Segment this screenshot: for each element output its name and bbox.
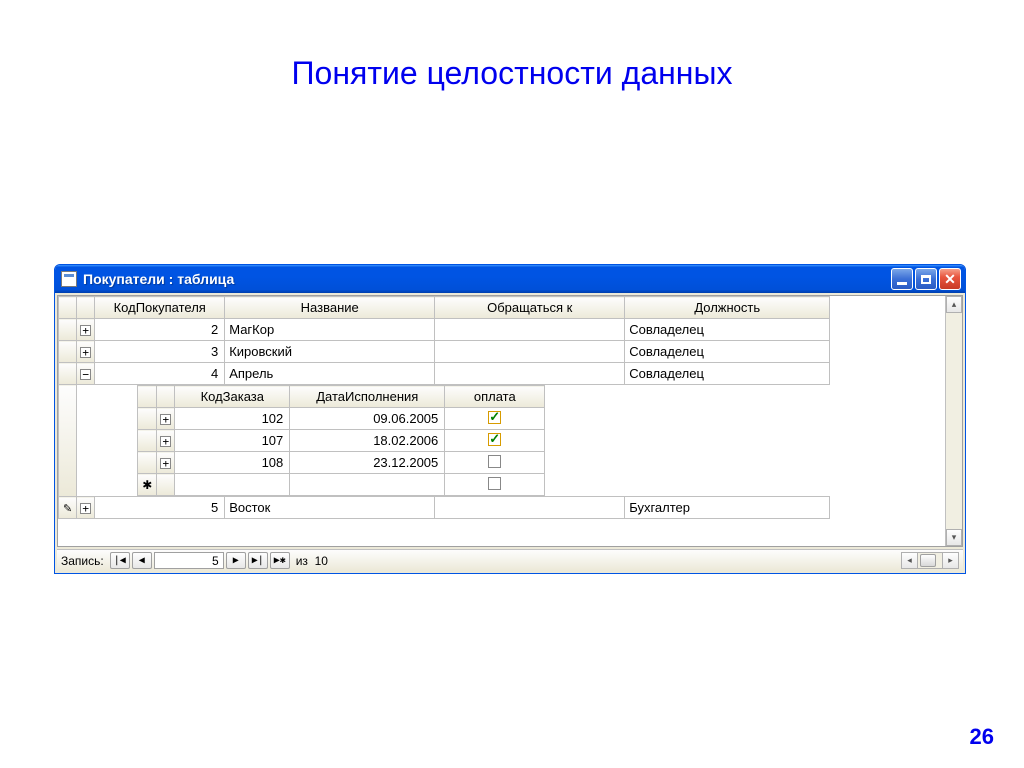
first-record-button[interactable]: |◀ [110,552,130,569]
scroll-up-icon[interactable]: ▴ [946,296,962,313]
record-navigator: Запись: |◀ ◀ ▶ ▶| ▶✱ из 10 ◂ ▸ [57,549,963,571]
cell[interactable] [435,497,625,519]
cell[interactable]: Восток [225,497,435,519]
cell[interactable]: Бухгалтер [625,497,830,519]
slide-number: 26 [970,724,994,750]
cell[interactable]: 09.06.2005 [290,408,445,430]
close-button[interactable]: ✕ [939,268,961,290]
table-row[interactable]: + 107 18.02.2006 [138,430,675,452]
minimize-button[interactable] [891,268,913,290]
subtable-row: КодЗаказа ДатаИсполнения оплата + 102 09… [59,385,830,497]
new-record-icon: ✱ [138,474,157,496]
scroll-right-icon[interactable]: ▸ [942,552,959,569]
next-record-button[interactable]: ▶ [226,552,246,569]
data-grid: КодПокупателя Название Обращаться к Долж… [57,295,963,547]
cell[interactable]: 108 [175,452,290,474]
checkbox-icon[interactable] [488,433,501,446]
cell[interactable] [435,319,625,341]
new-record-button[interactable]: ▶✱ [270,552,290,569]
cell[interactable]: МагКор [225,319,435,341]
scroll-left-icon[interactable]: ◂ [901,552,918,569]
col-header[interactable]: КодПокупателя [95,297,225,319]
scroll-down-icon[interactable]: ▾ [946,529,962,546]
checkbox-icon[interactable] [488,455,501,468]
maximize-button[interactable] [915,268,937,290]
expand-icon[interactable]: + [80,325,91,336]
col-header[interactable]: Должность [625,297,830,319]
window-title: Покупатели : таблица [83,271,891,287]
expand-icon[interactable]: + [160,458,171,469]
prev-record-button[interactable]: ◀ [132,552,152,569]
expand-icon[interactable]: + [80,347,91,358]
cell[interactable]: 107 [175,430,290,452]
table-row[interactable]: + 102 09.06.2005 [138,408,675,430]
last-record-button[interactable]: ▶| [248,552,268,569]
col-header[interactable]: Обращаться к [435,297,625,319]
cell[interactable]: Кировский [225,341,435,363]
record-total: из 10 [296,554,328,568]
cell[interactable]: 4 [95,363,225,385]
cell[interactable]: Совладелец [625,341,830,363]
cell[interactable]: Совладелец [625,319,830,341]
sub-table[interactable]: КодЗаказа ДатаИсполнения оплата + 102 09… [137,385,675,496]
header-row: КодПокупателя Название Обращаться к Долж… [59,297,830,319]
table-row[interactable]: − 4 Апрель Совладелец [59,363,830,385]
cell[interactable] [435,363,625,385]
horizontal-scrollbar[interactable]: ◂ ▸ [901,552,959,569]
nav-label: Запись: [61,554,104,568]
edit-icon: ✎ [63,503,72,515]
titlebar[interactable]: Покупатели : таблица ✕ [55,265,965,293]
slide-title: Понятие целостности данных [0,0,1024,92]
new-row[interactable]: ✱ [138,474,675,496]
table-row[interactable]: + 108 23.12.2005 [138,452,675,474]
cell[interactable]: 102 [175,408,290,430]
cell[interactable]: 2 [95,319,225,341]
cell[interactable] [435,341,625,363]
main-table[interactable]: КодПокупателя Название Обращаться к Долж… [58,296,830,519]
record-number-input[interactable] [154,552,224,569]
table-row[interactable]: ✎ + 5 Восток Бухгалтер [59,497,830,519]
cell[interactable]: 18.02.2006 [290,430,445,452]
table-icon [61,271,77,287]
cell[interactable]: Апрель [225,363,435,385]
window: Покупатели : таблица ✕ КодПокупателя Наз… [54,264,966,574]
cell[interactable]: 5 [95,497,225,519]
checkbox-icon[interactable] [488,411,501,424]
expand-icon[interactable]: + [160,436,171,447]
checkbox-icon[interactable] [488,477,501,490]
expand-icon[interactable]: + [160,414,171,425]
expand-icon[interactable]: + [80,503,91,514]
table-row[interactable]: + 2 МагКор Совладелец [59,319,830,341]
collapse-icon[interactable]: − [80,369,91,380]
col-header[interactable]: Название [225,297,435,319]
col-header[interactable]: оплата [445,386,545,408]
col-header[interactable]: КодЗаказа [175,386,290,408]
cell[interactable]: 23.12.2005 [290,452,445,474]
table-row[interactable]: + 3 Кировский Совладелец [59,341,830,363]
col-header[interactable]: ДатаИсполнения [290,386,445,408]
cell[interactable]: Совладелец [625,363,830,385]
vertical-scrollbar[interactable]: ▴ ▾ [945,296,962,546]
cell[interactable]: 3 [95,341,225,363]
